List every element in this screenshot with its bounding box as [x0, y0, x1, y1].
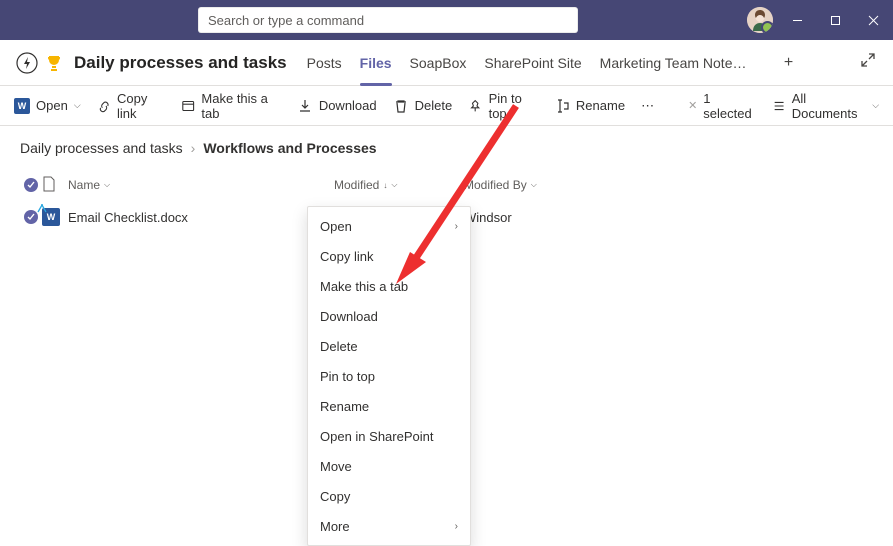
- title-bar: [0, 0, 893, 40]
- chevron-down-icon: ⌵: [391, 180, 397, 190]
- chevron-down-icon: ⌵: [872, 100, 879, 111]
- word-icon: W: [14, 98, 30, 114]
- ctx-make-tab[interactable]: Make this a tab: [308, 271, 470, 301]
- tab-posts[interactable]: Posts: [307, 40, 342, 85]
- command-bar: W Open ⌵ Copy link Make this a tab Downl…: [0, 86, 893, 126]
- rename-label: Rename: [576, 98, 625, 113]
- channel-title: Daily processes and tasks: [74, 53, 287, 73]
- file-type-icon: W: [42, 208, 68, 226]
- lightning-icon: [16, 52, 38, 74]
- copy-link-button[interactable]: Copy link: [97, 91, 165, 121]
- delete-button[interactable]: Delete: [393, 98, 453, 114]
- maximize-button[interactable]: [821, 0, 849, 40]
- selected-label: 1 selected: [703, 91, 755, 121]
- copylink-label: Copy link: [117, 91, 165, 121]
- chevron-down-icon: ⌵: [104, 180, 110, 190]
- tab-strip: Posts Files SoapBox SharePoint Site Mark…: [307, 40, 803, 85]
- ctx-rename[interactable]: Rename: [308, 391, 470, 421]
- expand-icon[interactable]: [861, 53, 875, 72]
- view-selector[interactable]: All Documents ⌵: [772, 91, 879, 121]
- search-input[interactable]: [208, 13, 568, 28]
- modified-header[interactable]: Modified ↓ ⌵: [334, 178, 464, 192]
- download-button[interactable]: Download: [297, 98, 377, 114]
- selected-count[interactable]: ✕ 1 selected: [688, 91, 755, 121]
- clear-selection-icon[interactable]: ✕: [688, 99, 697, 112]
- pin-button[interactable]: Pin to top: [468, 91, 538, 121]
- breadcrumb-root[interactable]: Daily processes and tasks: [20, 140, 183, 156]
- ctx-open-sharepoint[interactable]: Open in SharePoint: [308, 421, 470, 451]
- ctx-delete[interactable]: Delete: [308, 331, 470, 361]
- delete-label: Delete: [415, 98, 453, 113]
- tab-marketing-notes[interactable]: Marketing Team Note…: [600, 40, 747, 85]
- ctx-more[interactable]: More›: [308, 511, 470, 541]
- chevron-right-icon: ›: [455, 521, 458, 532]
- more-button[interactable]: ⋯: [641, 98, 656, 114]
- pin-icon: [468, 98, 482, 114]
- rename-button[interactable]: Rename: [554, 98, 625, 114]
- rename-icon: [554, 98, 570, 114]
- channel-header: Daily processes and tasks Posts Files So…: [0, 40, 893, 86]
- modifiedby-header[interactable]: Modified By ⌵: [464, 178, 537, 192]
- select-all-check[interactable]: [20, 178, 42, 192]
- ctx-copy[interactable]: Copy: [308, 481, 470, 511]
- download-label: Download: [319, 98, 377, 113]
- open-label: Open: [36, 98, 68, 113]
- trash-icon: [393, 98, 409, 114]
- alldocs-label: All Documents: [792, 91, 866, 121]
- ctx-download[interactable]: Download: [308, 301, 470, 331]
- breadcrumb-sep: ›: [191, 140, 196, 156]
- file-list-header: Name ⌵ Modified ↓ ⌵ Modified By ⌵: [0, 170, 893, 200]
- close-window-button[interactable]: [859, 0, 887, 40]
- chevron-down-icon: ⌵: [531, 180, 537, 190]
- pin-label: Pin to top: [489, 91, 538, 121]
- file-type-header: [42, 176, 68, 195]
- tab-icon: [181, 98, 195, 114]
- search-box[interactable]: [198, 7, 578, 33]
- breadcrumb: Daily processes and tasks › Workflows an…: [0, 126, 893, 170]
- download-icon: [297, 98, 313, 114]
- breadcrumb-current: Workflows and Processes: [203, 140, 376, 156]
- ctx-move[interactable]: Move: [308, 451, 470, 481]
- channel-icons: [16, 52, 64, 74]
- minimize-button[interactable]: [783, 0, 811, 40]
- window-controls: [747, 0, 893, 40]
- tab-soapbox[interactable]: SoapBox: [410, 40, 467, 85]
- list-icon: [772, 98, 786, 114]
- maketab-label: Make this a tab: [201, 91, 280, 121]
- make-tab-button[interactable]: Make this a tab: [181, 91, 281, 121]
- ctx-open[interactable]: Open›: [308, 211, 470, 241]
- chevron-right-icon: ›: [455, 221, 458, 232]
- chevron-down-icon: ⌵: [74, 100, 81, 111]
- file-modified-by: Windsor: [464, 210, 512, 225]
- add-tab-button[interactable]: +: [774, 49, 802, 77]
- user-avatar[interactable]: [747, 7, 773, 33]
- ctx-copy-link[interactable]: Copy link: [308, 241, 470, 271]
- tab-sharepoint-site[interactable]: SharePoint Site: [484, 40, 581, 85]
- name-header[interactable]: Name ⌵: [68, 178, 334, 192]
- context-menu: Open› Copy link Make this a tab Download…: [307, 206, 471, 546]
- trophy-icon: [44, 53, 64, 73]
- new-badge-icon: [36, 204, 48, 214]
- word-doc-icon: W: [42, 208, 60, 226]
- open-button[interactable]: W Open ⌵: [14, 98, 81, 114]
- sort-desc-icon: ↓: [383, 181, 387, 190]
- file-name[interactable]: Email Checklist.docx: [68, 210, 314, 225]
- tab-files[interactable]: Files: [360, 40, 392, 85]
- ctx-pin-to-top[interactable]: Pin to top: [308, 361, 470, 391]
- link-icon: [97, 98, 111, 114]
